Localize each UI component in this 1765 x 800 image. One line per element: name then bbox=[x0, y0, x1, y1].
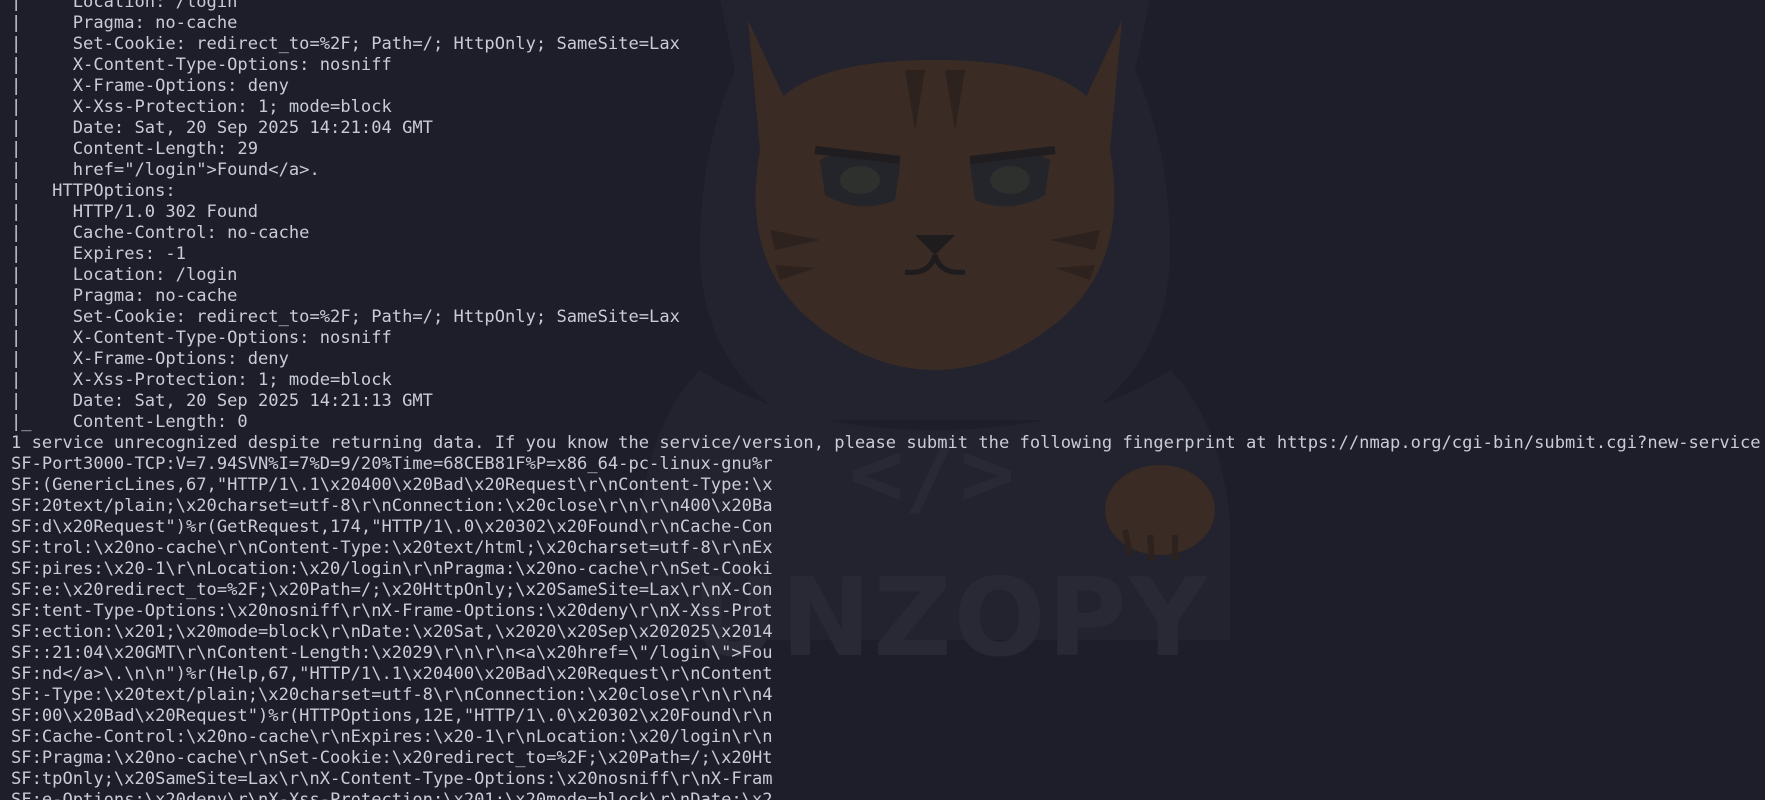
terminal-line: SF:trol:\x20no-cache\r\nContent-Type:\x2… bbox=[11, 538, 773, 558]
terminal-line: | X-Xss-Protection: 1; mode=block bbox=[11, 97, 392, 117]
terminal-line: | Pragma: no-cache bbox=[11, 13, 238, 33]
terminal-line: | Location: /login bbox=[11, 265, 238, 285]
terminal-line: SF:pires:\x20-1\r\nLocation:\x20/login\r… bbox=[11, 559, 773, 579]
terminal-line: SF-Port3000-TCP:V=7.94SVN%I=7%D=9/20%Tim… bbox=[11, 454, 773, 474]
terminal-line: | Set-Cookie: redirect_to=%2F; Path=/; H… bbox=[11, 307, 680, 327]
terminal-line: | Pragma: no-cache bbox=[11, 286, 238, 306]
terminal-line: | HTTPOptions: bbox=[11, 181, 176, 201]
terminal-line: | Expires: -1 bbox=[11, 244, 186, 264]
terminal-line: SF:tpOnly;\x20SameSite=Lax\r\nX-Content-… bbox=[11, 769, 773, 789]
terminal-line: SF:00\x20Bad\x20Request")%r(HTTPOptions,… bbox=[11, 706, 773, 726]
terminal-line: | href="/login">Found</a>. bbox=[11, 160, 320, 180]
terminal-line: | Set-Cookie: redirect_to=%2F; Path=/; H… bbox=[11, 34, 680, 54]
terminal-line: | X-Content-Type-Options: nosniff bbox=[11, 55, 392, 75]
terminal-line: | X-Content-Type-Options: nosniff bbox=[11, 328, 392, 348]
terminal-window[interactable]: </> UNZOPY | Location: /login | Pragma: n… bbox=[0, 0, 1765, 800]
terminal-line: SF:d\x20Request")%r(GetRequest,174,"HTTP… bbox=[11, 517, 773, 537]
terminal-line: SF:(GenericLines,67,"HTTP/1\.1\x20400\x2… bbox=[11, 475, 773, 495]
terminal-line: SF:ection:\x201;\x20mode=block\r\nDate:\… bbox=[11, 622, 773, 642]
terminal-line: | Date: Sat, 20 Sep 2025 14:21:04 GMT bbox=[11, 118, 433, 138]
terminal-line: |_ Content-Length: 0 bbox=[11, 412, 248, 432]
terminal-line: | Content-Length: 29 bbox=[11, 139, 258, 159]
terminal-output[interactable]: | Location: /login | Pragma: no-cache | Se… bbox=[11, 0, 1765, 800]
terminal-line: | Location: /login bbox=[11, 0, 238, 12]
terminal-line: SF:e:\x20redirect_to=%2F;\x20Path=/;\x20… bbox=[11, 580, 773, 600]
terminal-line: SF:-Type:\x20text/plain;\x20charset=utf-… bbox=[11, 685, 773, 705]
terminal-line: SF:tent-Type-Options:\x20nosniff\r\nX-Fr… bbox=[11, 601, 773, 621]
terminal-line: SF:20text/plain;\x20charset=utf-8\r\nCon… bbox=[11, 496, 773, 516]
terminal-line: SF:nd</a>\.\n\n")%r(Help,67,"HTTP/1\.1\x… bbox=[11, 664, 773, 684]
terminal-line: | X-Xss-Protection: 1; mode=block bbox=[11, 370, 392, 390]
terminal-line: | Cache-Control: no-cache bbox=[11, 223, 310, 243]
terminal-line: SF:Pragma:\x20no-cache\r\nSet-Cookie:\x2… bbox=[11, 748, 773, 768]
terminal-line: | X-Frame-Options: deny bbox=[11, 76, 289, 96]
terminal-line: | Date: Sat, 20 Sep 2025 14:21:13 GMT bbox=[11, 391, 433, 411]
terminal-line: 1 service unrecognized despite returning… bbox=[11, 433, 1765, 453]
terminal-line: SF:Cache-Control:\x20no-cache\r\nExpires… bbox=[11, 727, 773, 747]
terminal-line: SF:e-Options:\x20deny\r\nX-Xss-Protectio… bbox=[11, 790, 773, 800]
terminal-line: SF::21:04\x20GMT\r\nContent-Length:\x202… bbox=[11, 643, 773, 663]
terminal-line: | HTTP/1.0 302 Found bbox=[11, 202, 258, 222]
terminal-line: | X-Frame-Options: deny bbox=[11, 349, 289, 369]
